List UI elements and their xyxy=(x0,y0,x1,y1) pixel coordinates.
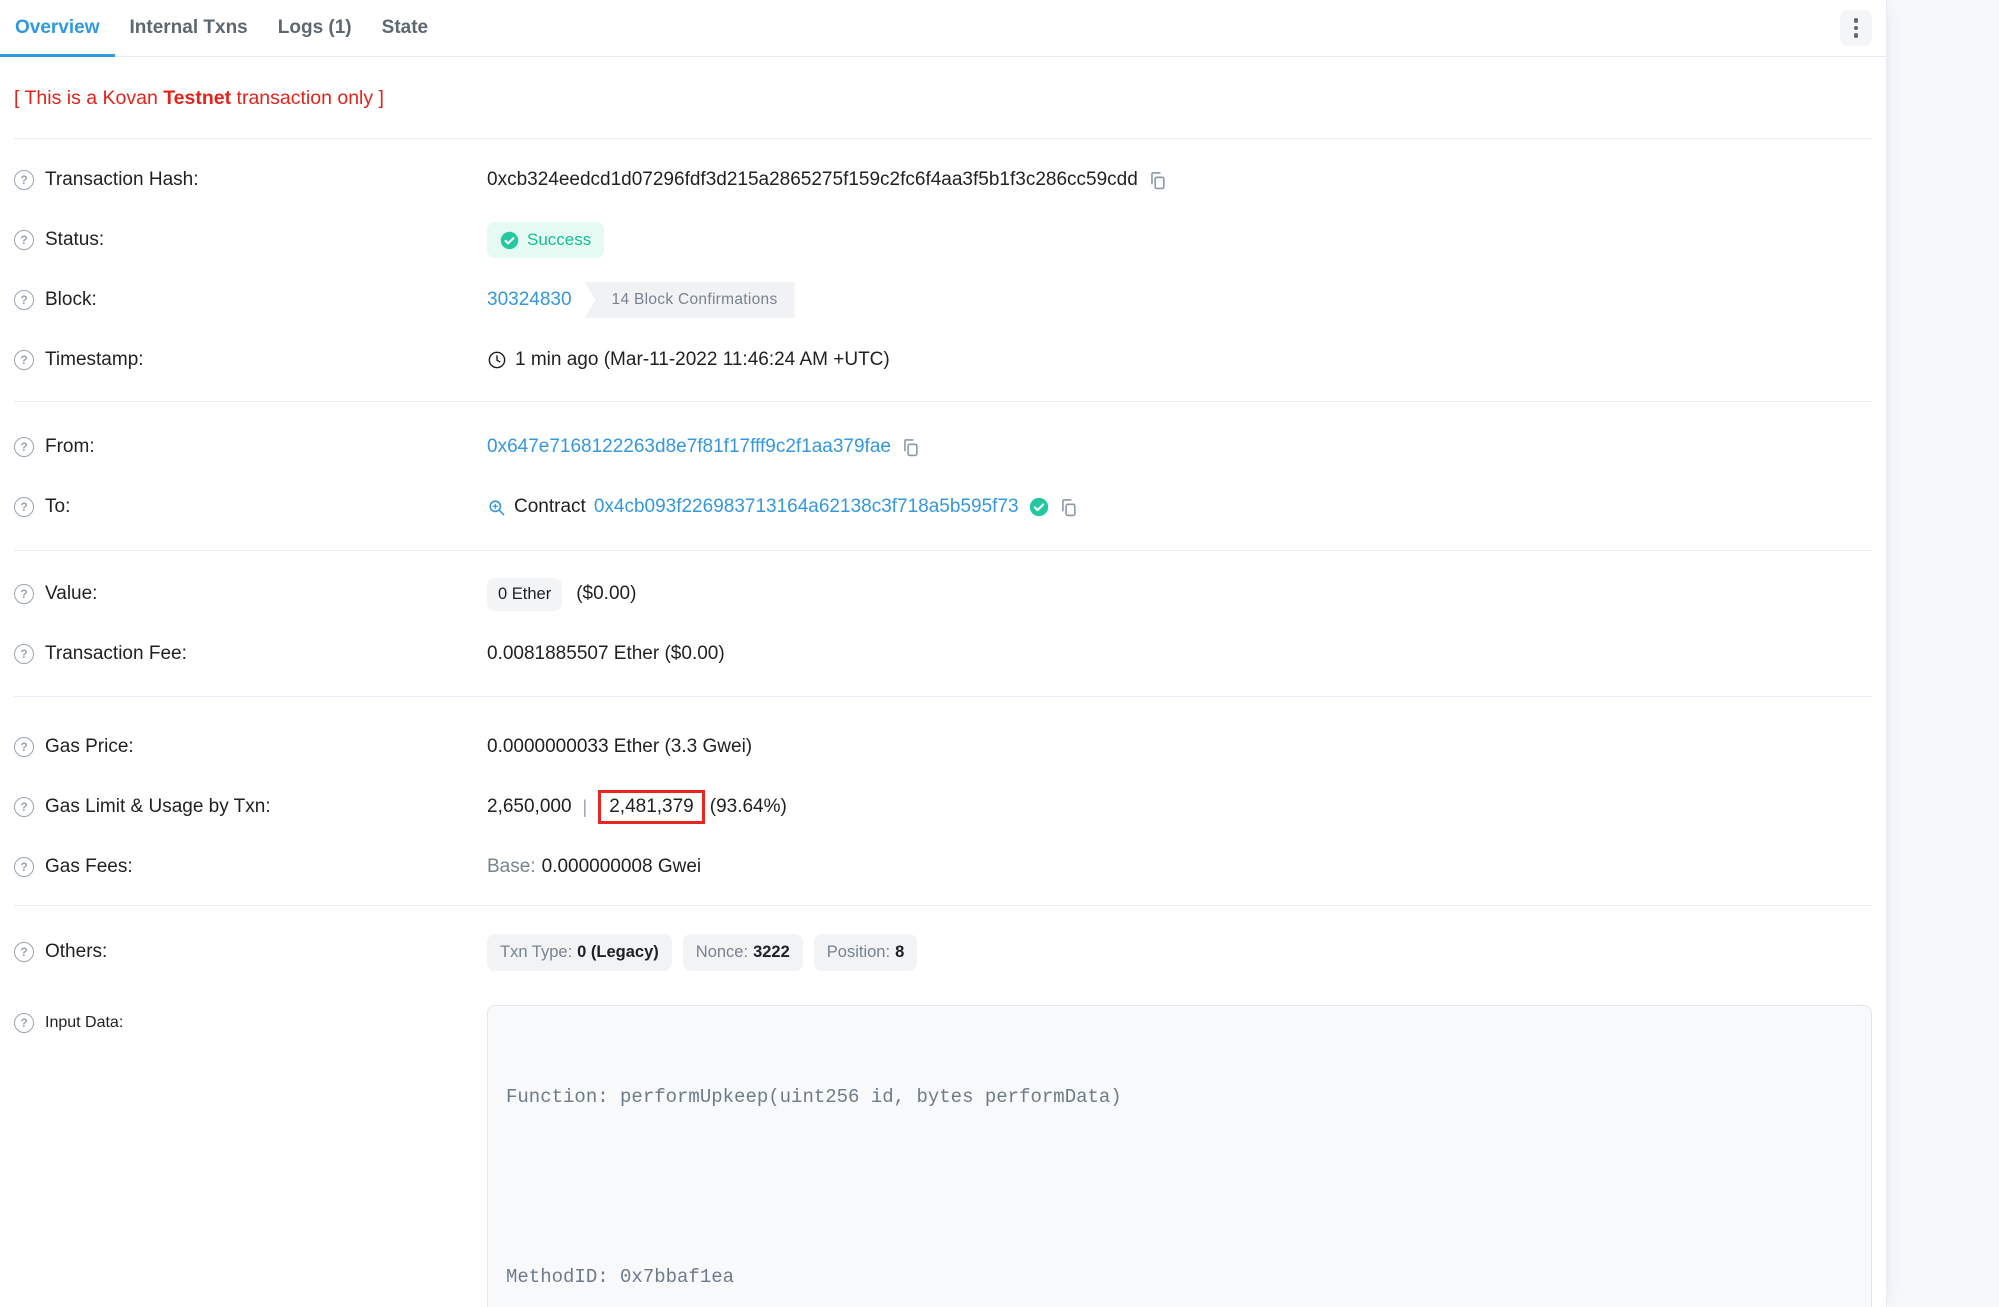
row-label: Gas Price: xyxy=(45,736,134,758)
help-icon[interactable] xyxy=(14,737,34,757)
row-label: Others: xyxy=(45,941,107,963)
row-timestamp: Timestamp: 1 min ago (Mar-11-2022 11:46:… xyxy=(14,330,1872,390)
row-status: Status: Success xyxy=(14,210,1872,270)
ether-value-badge: 0 Ether xyxy=(487,578,562,611)
txn-type-badge: Txn Type:0 (Legacy) xyxy=(487,934,672,971)
tab-internal-txns[interactable]: Internal Txns xyxy=(115,0,263,56)
row-label: Block: xyxy=(45,289,97,311)
nonce-badge: Nonce:3222 xyxy=(683,934,803,971)
gas-used-annotation-box: 2,481,379 xyxy=(598,790,705,824)
row-from: From: 0x647e7168122263d8e7f81f17fff9c2f1… xyxy=(14,417,1872,477)
copy-hash-button[interactable] xyxy=(1148,171,1167,190)
row-label: Timestamp: xyxy=(45,349,144,371)
help-icon[interactable] xyxy=(14,584,34,604)
row-label: Input Data: xyxy=(45,1014,123,1032)
block-confirmations-badge: 14 Block Confirmations xyxy=(585,282,795,318)
row-value: Value: 0 Ether ($0.00) xyxy=(14,564,1872,624)
row-label: Gas Limit & Usage by Txn: xyxy=(45,796,271,818)
row-label: Transaction Hash: xyxy=(45,169,198,191)
row-gas-fees: Gas Fees: Base: 0.000000008 Gwei xyxy=(14,837,1872,897)
block-number-link[interactable]: 30324830 xyxy=(487,289,572,311)
to-address-link[interactable]: 0x4cb093f226983713164a62138c3f718a5b595f… xyxy=(594,496,1019,518)
section-gas: Gas Price: 0.0000000033 Ether (3.3 Gwei)… xyxy=(14,697,1872,906)
transaction-details-card: Overview Internal Txns Logs (1) State [ … xyxy=(0,0,1887,1307)
help-icon[interactable] xyxy=(14,497,34,517)
success-check-icon xyxy=(500,231,519,250)
testnet-warning-section: [ This is a Kovan Testnet transaction on… xyxy=(14,57,1872,139)
help-icon[interactable] xyxy=(14,437,34,457)
gas-price-value: 0.0000000033 Ether (3.3 Gwei) xyxy=(487,736,752,758)
row-gas-limit-usage: Gas Limit & Usage by Txn: 2,650,000 | 2,… xyxy=(14,777,1872,837)
testnet-warning: [ This is a Kovan Testnet transaction on… xyxy=(14,87,1872,110)
help-icon[interactable] xyxy=(14,797,34,817)
tab-overview[interactable]: Overview xyxy=(0,0,115,56)
copy-icon xyxy=(1148,171,1167,190)
gas-limit-value: 2,650,000 xyxy=(487,796,572,818)
verified-contract-icon xyxy=(1029,497,1049,517)
row-to: To: Contract 0x4cb093f226983713164a62138… xyxy=(14,477,1872,537)
row-input-data: Input Data: Function: performUpkeep(uint… xyxy=(14,1005,1872,1307)
row-transaction-fee: Transaction Fee: 0.0081885507 Ether ($0.… xyxy=(14,624,1872,684)
status-badge: Success xyxy=(487,222,604,258)
contract-internal-txns-button[interactable] xyxy=(487,498,506,517)
usd-value: ($0.00) xyxy=(576,583,636,605)
row-label: To: xyxy=(45,496,70,518)
row-others: Others: Txn Type:0 (Legacy) Nonce:3222 P… xyxy=(14,922,1872,982)
row-label: From: xyxy=(45,436,95,458)
input-data-textarea[interactable]: Function: performUpkeep(uint256 id, byte… xyxy=(487,1005,1872,1307)
help-icon[interactable] xyxy=(14,290,34,310)
row-label: Transaction Fee: xyxy=(45,643,187,665)
position-badge: Position:8 xyxy=(814,934,917,971)
to-type-label: Contract xyxy=(514,496,586,518)
section-value: Value: 0 Ether ($0.00) Transaction Fee: … xyxy=(14,551,1872,697)
tab-state[interactable]: State xyxy=(367,0,443,56)
pipe-separator: | xyxy=(583,797,588,818)
row-transaction-hash: Transaction Hash: 0xcb324eedcd1d07296fdf… xyxy=(14,150,1872,210)
base-fee-value: 0.000000008 Gwei xyxy=(542,856,702,878)
help-icon[interactable] xyxy=(14,170,34,190)
copy-icon xyxy=(1059,498,1078,517)
help-icon[interactable] xyxy=(14,942,34,962)
input-methodid-line: MethodID: 0x7bbaf1ea xyxy=(506,1262,1853,1292)
timestamp-value: 1 min ago (Mar-11-2022 11:46:24 AM +UTC) xyxy=(515,349,890,371)
row-label: Gas Fees: xyxy=(45,856,133,878)
help-icon[interactable] xyxy=(14,1013,34,1033)
section-overview-top: Transaction Hash: 0xcb324eedcd1d07296fdf… xyxy=(14,139,1872,402)
help-icon[interactable] xyxy=(14,350,34,370)
kebab-icon xyxy=(1854,18,1859,23)
clock-icon xyxy=(487,350,507,370)
help-icon[interactable] xyxy=(14,857,34,877)
from-address-link[interactable]: 0x647e7168122263d8e7f81f17fff9c2f1aa379f… xyxy=(487,436,891,458)
transaction-hash-value: 0xcb324eedcd1d07296fdf3d215a2865275f159c… xyxy=(487,169,1138,191)
tab-logs[interactable]: Logs (1) xyxy=(263,0,367,56)
row-block: Block: 30324830 14 Block Confirmations xyxy=(14,270,1872,330)
row-gas-price: Gas Price: 0.0000000033 Ether (3.3 Gwei) xyxy=(14,717,1872,777)
copy-from-button[interactable] xyxy=(901,438,920,457)
gas-used-value: 2,481,379 xyxy=(609,796,694,818)
help-icon[interactable] xyxy=(14,644,34,664)
input-function-line: Function: performUpkeep(uint256 id, byte… xyxy=(506,1082,1853,1112)
section-others-input: Others: Txn Type:0 (Legacy) Nonce:3222 P… xyxy=(14,906,1872,1307)
help-icon[interactable] xyxy=(14,230,34,250)
base-fee-label: Base: xyxy=(487,856,536,878)
section-addresses: From: 0x647e7168122263d8e7f81f17fff9c2f1… xyxy=(14,402,1872,551)
more-options-button[interactable] xyxy=(1840,10,1872,46)
transaction-fee-value: 0.0081885507 Ether ($0.00) xyxy=(487,643,725,665)
tab-bar: Overview Internal Txns Logs (1) State xyxy=(0,0,1886,57)
magnifier-plus-icon xyxy=(487,498,506,517)
row-label: Value: xyxy=(45,583,97,605)
row-label: Status: xyxy=(45,229,104,251)
gas-used-percent: (93.64%) xyxy=(710,796,787,818)
copy-icon xyxy=(901,438,920,457)
copy-to-button[interactable] xyxy=(1059,498,1078,517)
